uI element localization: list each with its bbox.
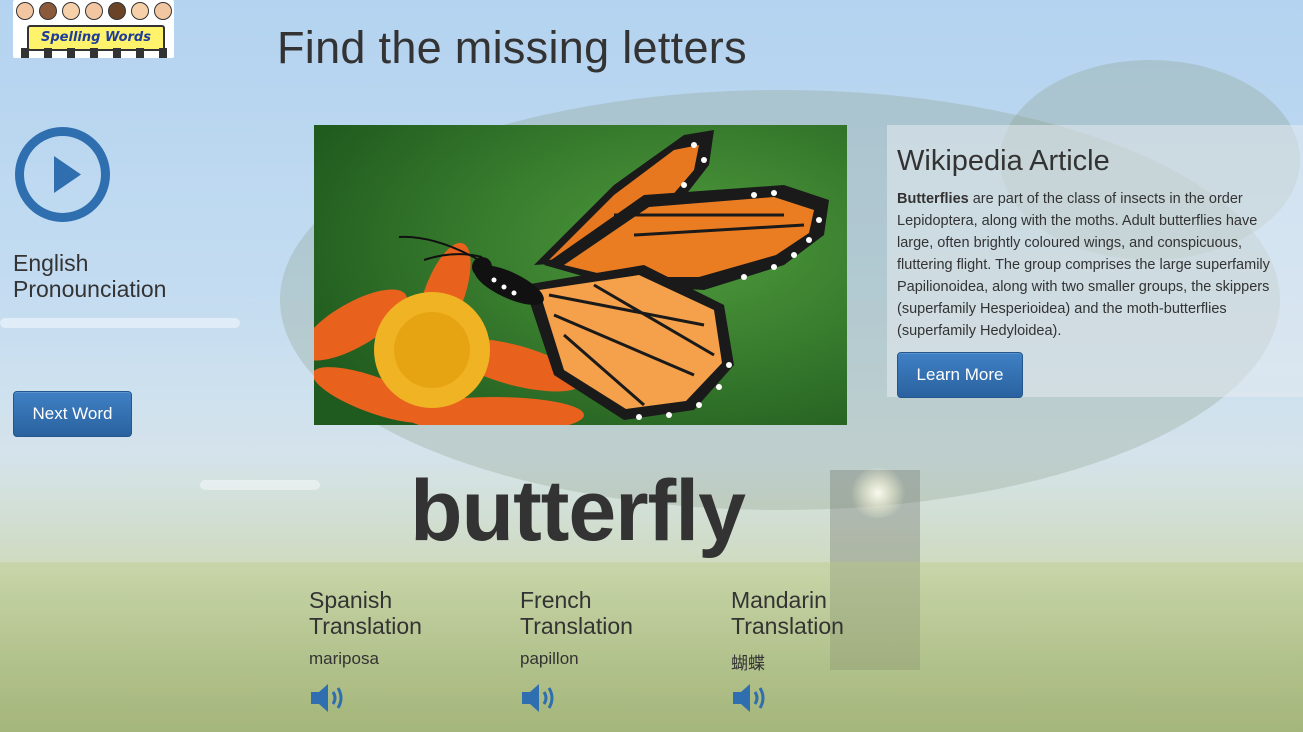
kid-face [84,2,103,20]
spelling-word: butterfly [410,463,746,559]
kid-face [107,2,126,20]
speaker-icon [733,684,765,712]
wikipedia-panel: Wikipedia Article Butterflies are part o… [887,125,1303,398]
translation-label: French Translation [520,587,633,639]
kid-face [61,2,80,20]
french-speaker-button[interactable] [520,682,560,714]
wikipedia-summary: Butterflies are part of the class of ins… [897,188,1293,342]
wikipedia-bold-term: Butterflies [897,191,969,207]
kid-face [153,2,172,20]
spanish-speaker-button[interactable] [309,682,349,714]
wikipedia-body: are part of the class of insects in the … [897,191,1270,339]
play-icon [15,127,110,222]
mandarin-translation: Mandarin Translation 蝴蝶 [731,587,901,712]
translation-value: 蝴蝶 [731,654,765,673]
speaker-icon [311,684,343,712]
english-pronunciation-label: English Pronounciation [13,250,167,302]
speaker-icon [522,684,554,712]
kid-face [15,2,34,20]
word-image [314,125,847,425]
page-title: Find the missing letters [277,22,747,73]
french-translation: French Translation papillon [520,587,690,712]
translation-value: papillon [520,649,579,668]
kid-face [130,2,149,20]
butterfly-image [314,125,847,425]
translation-value: mariposa [309,649,379,668]
logo-legs [13,48,174,58]
spanish-translation: Spanish Translation mariposa [309,587,479,712]
spelling-words-logo: Spelling Words [13,0,174,58]
learn-more-button[interactable]: Learn More [897,352,1023,398]
mandarin-speaker-button[interactable] [731,682,771,714]
next-word-button[interactable]: Next Word [13,391,132,437]
wikipedia-heading: Wikipedia Article [897,145,1110,177]
kid-face [38,2,57,20]
play-pronunciation-button[interactable] [14,126,111,223]
translation-label: Spanish Translation [309,587,422,639]
translation-label: Mandarin Translation [731,587,844,639]
